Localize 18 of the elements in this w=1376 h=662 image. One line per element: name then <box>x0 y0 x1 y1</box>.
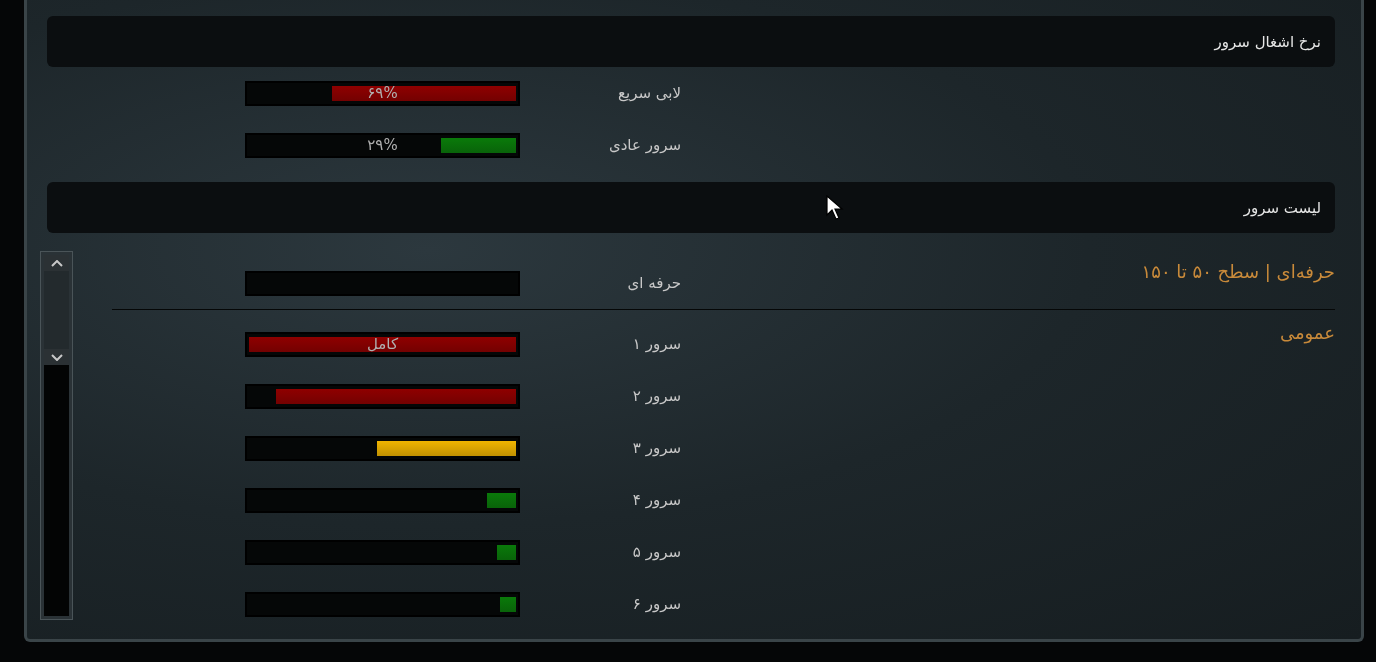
server-name[interactable]: سرور ۴ <box>632 491 681 509</box>
scrollbar[interactable] <box>40 251 73 620</box>
row-label: لابی سریع <box>618 84 681 102</box>
bar-reading: ۲۹% <box>367 136 398 154</box>
group-title: حرفه‌ای | سطح ۵۰ تا ۱۵۰ <box>1141 261 1335 282</box>
group-title: عمومی <box>1279 322 1335 343</box>
server-name[interactable]: سرور ۱ <box>632 335 681 353</box>
row-label: سرور عادی <box>608 136 681 154</box>
bar-reading: کامل <box>366 335 399 353</box>
server-name[interactable]: سرور ۲ <box>632 387 681 405</box>
server-name[interactable]: حرفه ای <box>627 274 681 292</box>
server-name[interactable]: سرور ۵ <box>632 543 681 561</box>
section-title: نرخ اشغال سرور <box>1214 32 1321 51</box>
server-name[interactable]: سرور ۶ <box>632 595 681 613</box>
server-name[interactable]: سرور ۳ <box>632 439 681 457</box>
cursor-icon <box>826 195 844 221</box>
section-title: لیست سرور <box>1243 198 1321 217</box>
bar-reading: ۶۹% <box>367 84 398 102</box>
